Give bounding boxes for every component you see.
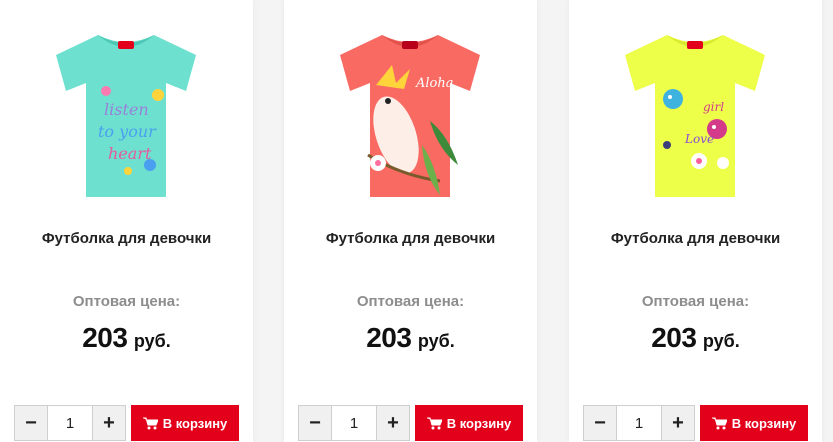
quantity-input[interactable]: 1: [331, 406, 377, 440]
price-value: 203: [366, 322, 412, 353]
price-label: Оптовая цена:: [641, 293, 750, 310]
price-value: 203: [82, 322, 128, 353]
svg-text:heart: heart: [108, 144, 152, 163]
price-currency: руб.: [417, 331, 455, 351]
svg-text:listen: listen: [104, 100, 149, 119]
product-card: girl Love Футболка для девочки Оптовая ц…: [569, 0, 822, 442]
product-title[interactable]: Футболка для девочки: [0, 230, 253, 247]
product-title[interactable]: Футболка для девочки: [284, 230, 537, 247]
price: 203 руб.: [0, 322, 253, 354]
product-image[interactable]: listen to your heart: [38, 22, 214, 208]
increment-button[interactable]: +: [377, 406, 409, 440]
price: 203 руб.: [569, 322, 822, 354]
price-label: Оптовая цена:: [356, 293, 465, 310]
price-label: Оптовая цена:: [72, 293, 181, 310]
increment-button[interactable]: +: [662, 406, 694, 440]
cart-icon: [711, 417, 727, 429]
cart-icon: [142, 417, 158, 429]
quantity-stepper: − 1 +: [583, 405, 695, 441]
product-title[interactable]: Футболка для девочки: [569, 230, 822, 247]
quantity-stepper: − 1 +: [14, 405, 126, 441]
product-image[interactable]: girl Love: [607, 22, 783, 208]
price-currency: руб.: [133, 331, 171, 351]
svg-text:to your: to your: [98, 122, 157, 141]
price-currency: руб.: [702, 331, 740, 351]
decrement-button[interactable]: −: [15, 406, 47, 440]
add-to-cart-label: В корзину: [731, 415, 797, 431]
price-value: 203: [651, 322, 697, 353]
add-to-cart-label: В корзину: [446, 415, 512, 431]
quantity-input[interactable]: 1: [616, 406, 662, 440]
add-to-cart-button[interactable]: В корзину: [700, 405, 808, 441]
svg-text:Love: Love: [684, 132, 714, 146]
add-to-cart-button[interactable]: В корзину: [131, 405, 239, 441]
product-card: listen to your heart Футболка для девочк…: [0, 0, 253, 442]
product-image[interactable]: Aloha: [322, 22, 498, 208]
quantity-stepper: − 1 +: [298, 405, 410, 441]
product-card: Aloha Футболка для девочки Оптовая цена:…: [284, 0, 537, 442]
cart-icon: [426, 417, 442, 429]
increment-button[interactable]: +: [93, 406, 125, 440]
add-to-cart-button[interactable]: В корзину: [415, 405, 523, 441]
decrement-button[interactable]: −: [299, 406, 331, 440]
price: 203 руб.: [284, 322, 537, 354]
quantity-input[interactable]: 1: [47, 406, 93, 440]
svg-text:girl: girl: [703, 100, 724, 114]
svg-text:Aloha: Aloha: [415, 76, 454, 91]
decrement-button[interactable]: −: [584, 406, 616, 440]
add-to-cart-label: В корзину: [162, 415, 228, 431]
